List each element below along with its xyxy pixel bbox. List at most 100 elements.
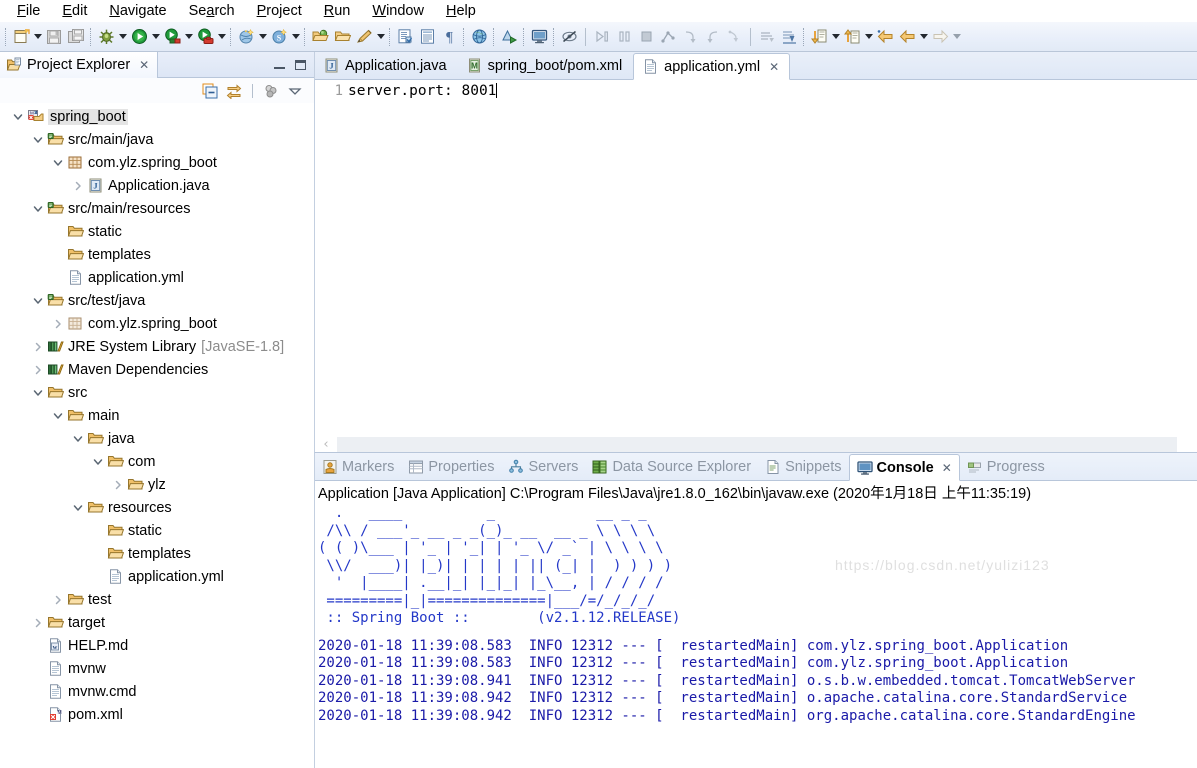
chevron-right-icon[interactable] (30, 339, 46, 355)
run-icon[interactable] (128, 25, 150, 49)
tree-item[interactable]: templates (0, 542, 314, 565)
chevron-down-icon[interactable] (50, 155, 66, 171)
tree-item[interactable]: test (0, 588, 314, 611)
pencil-dropdown-arrow[interactable] (375, 25, 386, 49)
coverage-dropdown-arrow[interactable] (216, 25, 227, 49)
menu-help[interactable]: Help (435, 1, 487, 22)
minimize-icon[interactable] (274, 60, 285, 69)
tree-item[interactable]: ylz (0, 473, 314, 496)
menu-search[interactable]: Search (178, 1, 246, 22)
view-filter-icon[interactable] (262, 82, 280, 100)
editor-code[interactable]: server.port: 8001 (345, 80, 1197, 435)
tree-item[interactable]: templates (0, 243, 314, 266)
view-menu-icon[interactable] (286, 82, 304, 100)
tree-item[interactable]: src/main/java (0, 128, 314, 151)
back-edit-location-icon[interactable] (841, 25, 863, 49)
tree-item[interactable]: resources (0, 496, 314, 519)
chevron-right-icon[interactable] (30, 362, 46, 378)
scroll-track[interactable] (1177, 436, 1197, 452)
tree-item[interactable]: main (0, 404, 314, 427)
menu-project[interactable]: Project (246, 1, 313, 22)
chevron-right-icon[interactable] (70, 178, 86, 194)
chevron-down-icon[interactable] (70, 500, 86, 516)
console-tab-snippets[interactable]: Snippets (758, 453, 848, 480)
back-icon[interactable] (874, 25, 896, 49)
spring-starter-dropdown-arrow[interactable] (257, 25, 268, 49)
tree-item[interactable]: M pom.xml (0, 703, 314, 726)
chevron-down-icon[interactable] (30, 293, 46, 309)
tree-item[interactable]: mvnw (0, 657, 314, 680)
tree-item[interactable]: static (0, 220, 314, 243)
tree-item[interactable]: application.yml (0, 266, 314, 289)
console-tab-data-source-explorer[interactable]: Data Source Explorer (585, 453, 758, 480)
run-external-dropdown-arrow[interactable] (183, 25, 194, 49)
menu-edit[interactable]: Edit (51, 1, 98, 22)
pilcrow-icon[interactable]: ¶ (438, 25, 460, 49)
tree-item[interactable]: J Application.java (0, 174, 314, 197)
tree-item[interactable]: w HELP.md (0, 634, 314, 657)
tree-item[interactable]: com (0, 450, 314, 473)
tree-item[interactable]: target (0, 611, 314, 634)
run-dropdown-arrow[interactable] (150, 25, 161, 49)
editor-tabbar[interactable]: J Application.java Mspring_boot/pom.xml a… (315, 52, 1197, 80)
scroll-left-icon[interactable]: ‹ (315, 437, 337, 452)
console-tabbar[interactable]: Markers Properties Servers Data Source E… (315, 453, 1197, 481)
close-icon[interactable]: ✕ (139, 58, 149, 72)
run-last-tool-icon[interactable] (498, 25, 520, 49)
tree-item[interactable]: com.ylz.spring_boot (0, 312, 314, 335)
console-tab-properties[interactable]: Properties (401, 453, 501, 480)
menu-navigate[interactable]: Navigate (98, 1, 177, 22)
new-wizard-dropdown-arrow[interactable] (32, 25, 43, 49)
new-wizard-icon[interactable] (10, 25, 32, 49)
chevron-down-icon[interactable] (70, 431, 86, 447)
chevron-down-icon[interactable] (10, 109, 26, 125)
tree-item[interactable]: JRE System Library [JavaSE-1.8] (0, 335, 314, 358)
menu-window[interactable]: Window (361, 1, 435, 22)
tree-item[interactable]: M J spring_boot (0, 105, 314, 128)
tree-item[interactable]: Maven Dependencies (0, 358, 314, 381)
terminal-icon[interactable] (528, 25, 550, 49)
tree-item[interactable]: src/main/resources (0, 197, 314, 220)
back-history-dropdown-arrow[interactable] (918, 25, 929, 49)
console-tab-progress[interactable]: Progress (960, 453, 1052, 480)
forward-back-icon[interactable] (896, 25, 918, 49)
chevron-right-icon[interactable] (110, 477, 126, 493)
open-type-icon[interactable] (309, 25, 331, 49)
forward-history-dropdown-arrow[interactable] (951, 25, 962, 49)
editor-tab-application-yml[interactable]: application.yml ✕ (633, 53, 791, 80)
maximize-icon[interactable] (295, 59, 306, 70)
menu-file[interactable]: File (6, 1, 51, 22)
tree-item[interactable]: src (0, 381, 314, 404)
new-java-package-icon[interactable] (416, 25, 438, 49)
editor-tab-application-java[interactable]: J Application.java (315, 52, 458, 79)
link-with-editor-icon[interactable] (225, 82, 243, 100)
tree-item[interactable]: com.ylz.spring_boot (0, 151, 314, 174)
chevron-down-icon[interactable] (30, 132, 46, 148)
chevron-down-icon[interactable] (50, 408, 66, 424)
close-icon[interactable]: ✕ (942, 461, 952, 475)
tree-item[interactable]: java (0, 427, 314, 450)
chevron-down-icon[interactable] (30, 201, 46, 217)
tree-item[interactable]: src/test/java (0, 289, 314, 312)
tree-item[interactable]: static (0, 519, 314, 542)
tree-item[interactable]: mvnw.cmd (0, 680, 314, 703)
console-tab-console[interactable]: Console ✕ (848, 454, 960, 481)
last-edit-location-icon[interactable] (808, 25, 830, 49)
last-edit-dropdown-arrow[interactable] (830, 25, 841, 49)
run-external-tools-icon[interactable] (161, 25, 183, 49)
editor-tab-spring-boot-pom-xml[interactable]: Mspring_boot/pom.xml (458, 52, 634, 79)
tree-item[interactable]: application.yml (0, 565, 314, 588)
console-output[interactable]: . ____ _ __ _ _ /\\ / ___'_ __ _ _(_)_ _… (315, 503, 1197, 768)
back-edit-dropdown-arrow[interactable] (863, 25, 874, 49)
chevron-right-icon[interactable] (30, 615, 46, 631)
debug-dropdown-arrow[interactable] (117, 25, 128, 49)
spring-dashboard-dropdown-arrow[interactable] (290, 25, 301, 49)
new-spring-starter-icon[interactable] (235, 25, 257, 49)
chevron-right-icon[interactable] (50, 316, 66, 332)
editor-body[interactable]: 1 server.port: 8001 (315, 80, 1197, 435)
open-web-browser-icon[interactable] (468, 25, 490, 49)
debug-icon[interactable] (95, 25, 117, 49)
chevron-down-icon[interactable] (90, 454, 106, 470)
chevron-right-icon[interactable] (50, 592, 66, 608)
menu-run[interactable]: Run (313, 1, 362, 22)
